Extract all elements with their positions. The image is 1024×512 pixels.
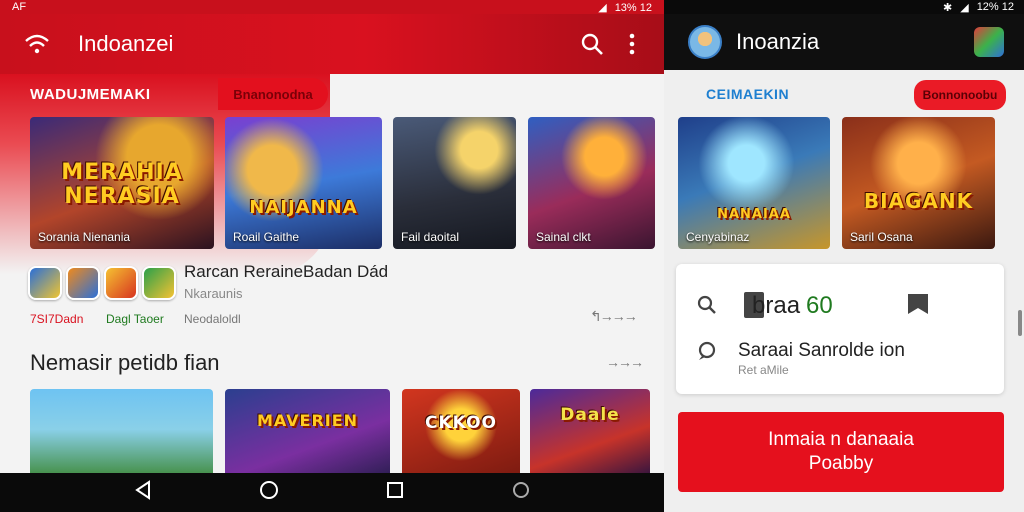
home-icon[interactable] [259,480,279,505]
game-tile[interactable]: Daale [530,389,650,479]
more-vert-icon[interactable] [612,24,652,64]
game-logo-text: Daale [560,405,620,425]
bluetooth-icon: ✱ [943,1,953,14]
navigation-bar [0,473,664,512]
search-icon[interactable] [572,24,612,64]
game-artwork [530,389,650,479]
signal-icon: ◢ [598,1,607,14]
section-title: WADUJMEMAKI [30,85,151,103]
game-tile[interactable]: BIAGANK Saril Osana [842,117,995,249]
right-phone: ✱ ◢ 12% 12 Inoanzia CEIMAEKIN Bonnonoobu… [664,0,1024,512]
game-tile[interactable]: NAIJANNA Roail Gaithe [225,117,382,249]
game-artwork [402,389,520,479]
see-more-arrow-icon[interactable]: ↰→→→ [590,308,638,325]
app-title: Rarcan ReraineBadan Dád [184,262,389,281]
game-caption: Sainal clkt [536,230,591,244]
section-title: Nemasir petidb fian [30,350,220,375]
primary-cta-button[interactable]: Inmaia n danaaia Poabby [678,412,1004,492]
status-bar: ✱ ◢ 12% 12 [664,0,1024,14]
app-icon [66,266,100,300]
game-artwork [225,389,390,479]
game-tile[interactable]: MERAHIA NERASIA Sorania Nienania [30,117,214,249]
game-caption: Sorania Nienania [38,230,131,244]
status-time: 13% 12 [614,1,652,14]
card-subtitle: Ret aMile [738,363,789,377]
app-icon [104,266,138,300]
game-logo-text: CKKOO [425,413,497,433]
game-logo-text: MERAHIA NERASIA [61,160,183,209]
app-tag: Neodaloldl [184,312,241,326]
app-tag: 7SI7Dadn [30,312,84,326]
game-logo-text: NAIJANNA [249,197,358,218]
game-tile[interactable]: MAVERIEN [225,389,390,479]
section-header: WADUJMEMAKI Bnanonodna [0,76,328,112]
left-phone: AF ◢ 13% 12 Indoanzei WADUJMEMAKI Bnanono… [0,0,664,512]
search-icon[interactable] [696,294,718,321]
app-icon [142,266,176,300]
game-tile[interactable]: NANAIAA Cenyabinaz [678,117,830,249]
game-logo-text: MAVERIEN [256,411,359,430]
game-tile[interactable]: Fail daoital [393,117,516,249]
section-title: CEIMAEKIN [706,86,790,102]
info-card: braa 60 Saraai Sanrolde ion Ret aMile [676,264,1004,394]
status-bar: AF ◢ 13% 12 [0,0,664,14]
game-tile[interactable]: CKKOO [402,389,520,479]
game-tile[interactable]: Sainal clkt [528,117,655,249]
game-caption: Roail Gaithe [233,230,300,244]
avatar[interactable] [688,25,722,59]
game-artwork [30,389,213,479]
chat-icon[interactable] [696,340,718,367]
app-list-item[interactable]: Rarcan ReraineBadan Dád Nkaraunis 7SI7Da… [28,262,648,332]
status-left: AF [12,1,27,13]
game-caption: Saril Osana [850,230,913,244]
assistant-icon[interactable] [511,480,531,505]
game-logo-text: BIAGANK [863,189,974,213]
cta-line2: Poabby [808,453,874,474]
app-header: Indoanzei [0,14,664,74]
profile-badge-icon[interactable] [974,27,1004,57]
card-headline: braa 60 [752,292,833,320]
signal-icon: ◢ [960,1,969,14]
scrollbar[interactable] [1018,310,1022,336]
game-logo-text: NANAIAA [717,207,791,222]
app-title: Inoanzia [736,29,820,54]
app-icon [28,266,62,300]
recents-icon[interactable] [386,481,404,504]
wifi-icon[interactable] [20,27,54,61]
status-right: ◢ 13% 12 [590,1,652,14]
bookmark-icon[interactable] [904,290,932,323]
app-subtitle: Nkaraunis [184,286,243,301]
section-chip-button[interactable]: Bnanonodna [218,78,328,110]
cta-line1: Inmaia n danaaia [768,429,914,450]
card-number: 60 [806,292,833,319]
game-caption: Cenyabinaz [686,230,750,244]
screen: AF ◢ 13% 12 Indoanzei WADUJMEMAKI Bnanono… [0,0,1024,512]
app-header: Inoanzia [664,14,1024,70]
card-title: Saraai Sanrolde ion [738,340,905,361]
status-time: 12% 12 [976,1,1014,13]
back-icon[interactable] [134,480,152,505]
game-tile[interactable] [30,389,213,479]
see-more-arrow-icon[interactable]: →→→ [606,354,644,370]
app-tag: Dagl Taoer [106,312,164,326]
app-title: Indoanzei [78,31,174,56]
section-chip-button[interactable]: Bonnonoobu [914,80,1006,110]
card-headline-text: braa [752,292,801,319]
game-caption: Fail daoital [401,230,460,244]
